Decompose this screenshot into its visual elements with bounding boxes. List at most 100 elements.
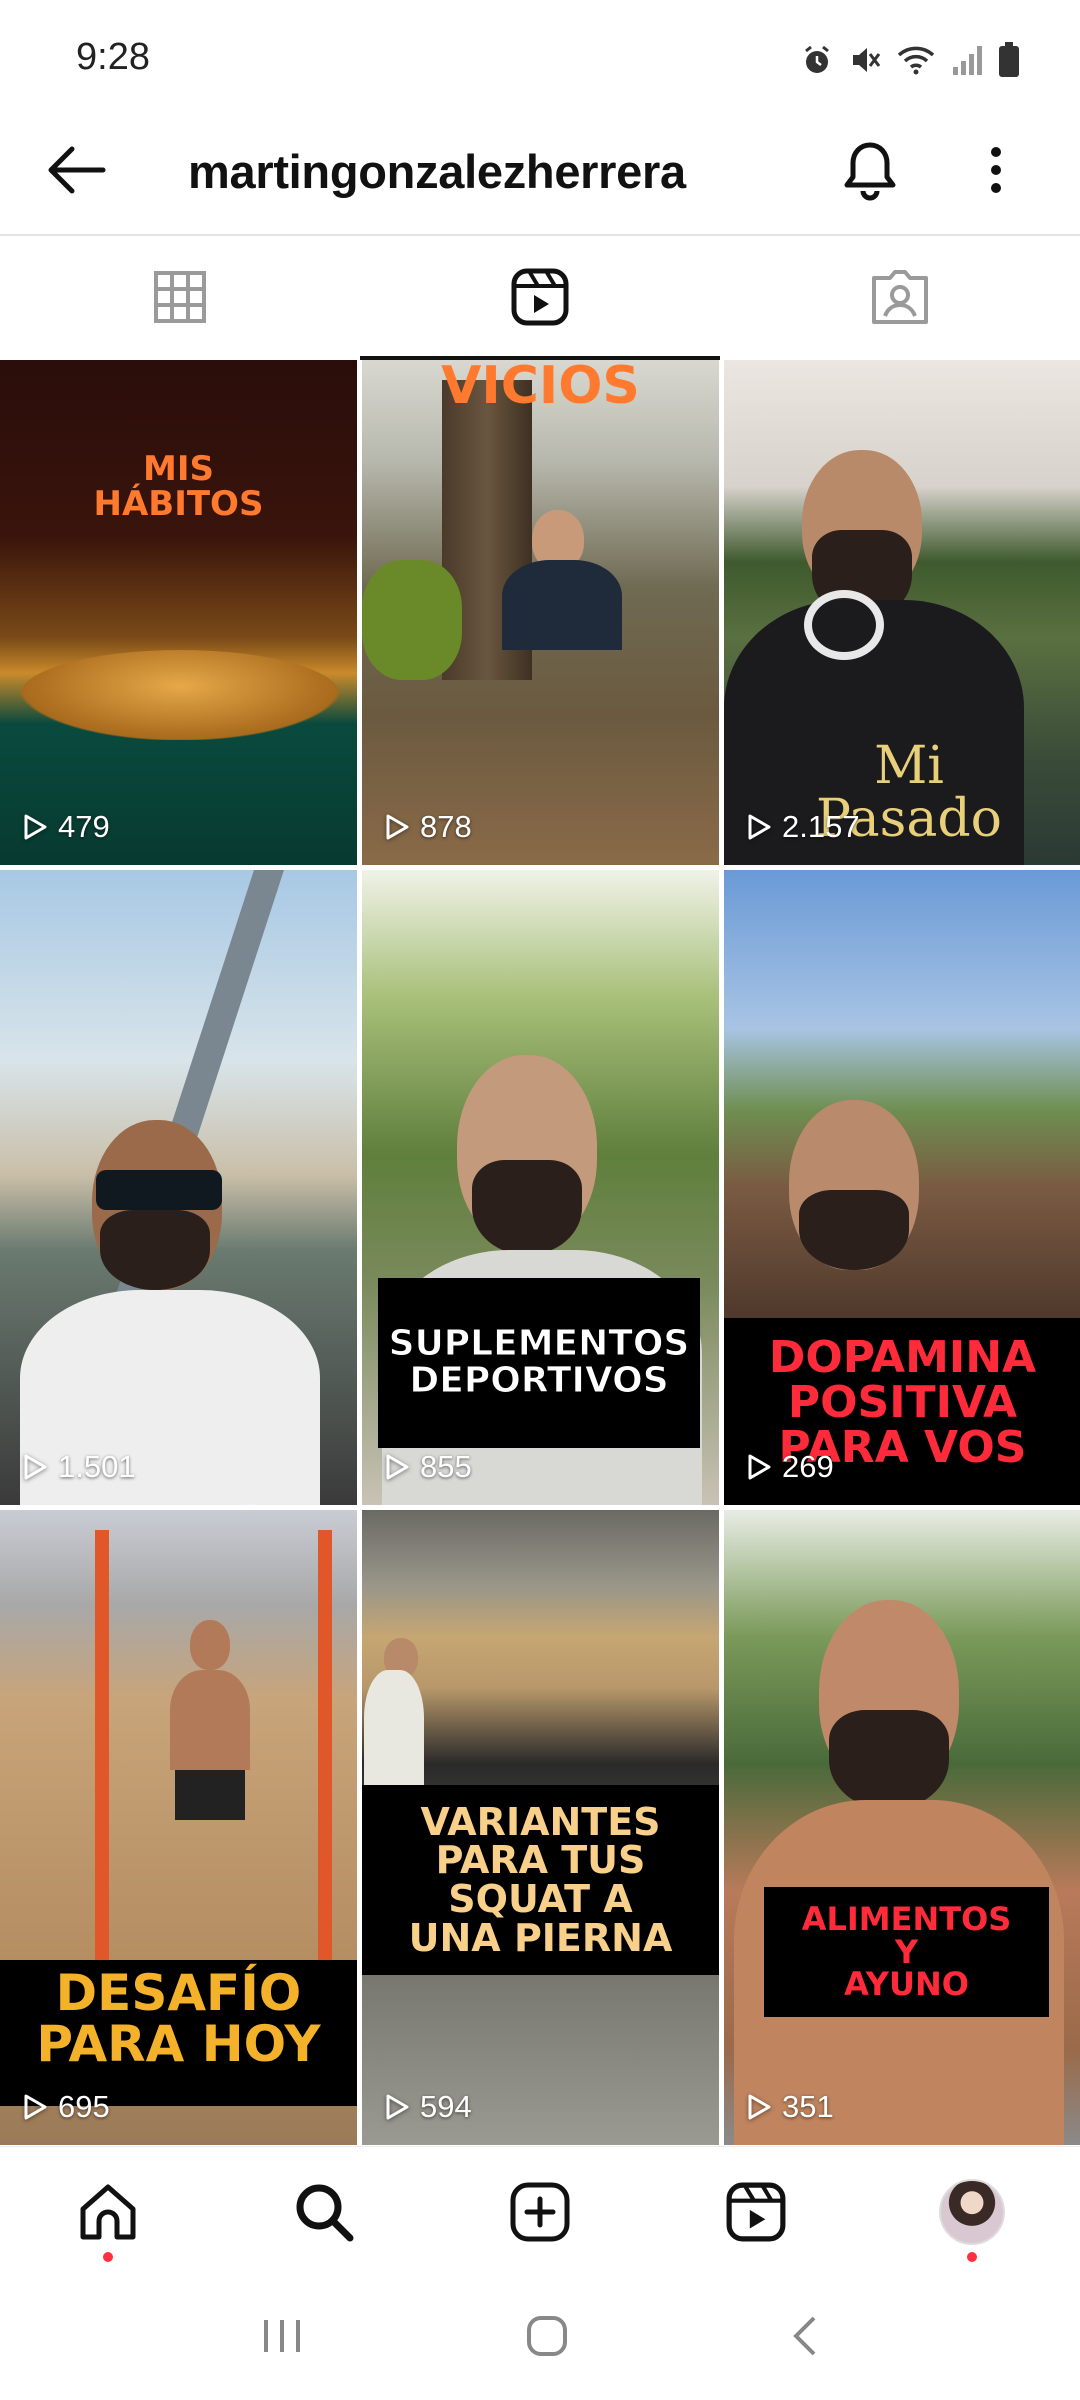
- view-count-number: 1.501: [58, 1449, 136, 1484]
- back-button[interactable]: [36, 130, 116, 210]
- back-nav-button[interactable]: [790, 2314, 820, 2363]
- recent-apps-button[interactable]: [260, 2316, 304, 2361]
- shorts-shape: [175, 1770, 245, 1820]
- view-count: 695: [22, 2089, 110, 2125]
- tab-reels[interactable]: [360, 236, 720, 360]
- person-beard: [100, 1210, 210, 1290]
- play-icon: [748, 814, 771, 840]
- status-icons: [800, 40, 1020, 80]
- notification-dot: [103, 2252, 113, 2262]
- reel-overlay-text: VICIOS: [441, 360, 640, 416]
- nav-reels[interactable]: [648, 2147, 864, 2276]
- profile-tabs: [0, 236, 1080, 360]
- tab-tagged[interactable]: [720, 236, 1080, 358]
- person-beard: [799, 1190, 909, 1270]
- view-count: 855: [384, 1449, 472, 1485]
- person-beard: [472, 1160, 582, 1255]
- tab-grid[interactable]: [0, 236, 360, 358]
- reel-overlay-text: ALIMENTOS Y AYUNO: [801, 1900, 1012, 2004]
- play-icon: [386, 814, 409, 840]
- headphones-shape: [804, 590, 884, 660]
- view-count-number: 855: [420, 1449, 472, 1484]
- reel-tile[interactable]: Mi Pasado 2.157: [724, 360, 1080, 865]
- nav-profile[interactable]: [864, 2147, 1080, 2276]
- search-icon: [296, 2184, 354, 2241]
- view-count: 269: [746, 1449, 834, 1485]
- profile-username: martingonzalezherrera: [188, 145, 686, 198]
- create-icon: [510, 2182, 570, 2241]
- system-nav-bar: [0, 2276, 1080, 2400]
- view-count: 878: [384, 809, 472, 845]
- reel-overlay-box: ALIMENTOS Y AYUNO: [764, 1887, 1049, 2017]
- home-icon: [80, 2184, 136, 2239]
- reel-tile[interactable]: DESAFÍO PARA HOY 695: [0, 1510, 357, 2145]
- view-count: 351: [746, 2089, 834, 2125]
- chevron-left-icon: [792, 2316, 816, 2355]
- home-circle-icon: [526, 2315, 567, 2356]
- notifications-button[interactable]: [830, 130, 910, 210]
- reels-icon: [511, 268, 569, 326]
- reel-overlay-box: SUPLEMENTOS DEPORTIVOS: [378, 1278, 700, 1448]
- reel-thumbnail: [0, 360, 357, 865]
- recent-apps-icon: [264, 2319, 301, 2352]
- view-count: 2.157: [746, 809, 860, 845]
- status-time: 9:28: [76, 36, 150, 78]
- view-count-number: 351: [782, 2089, 834, 2124]
- nav-create[interactable]: [432, 2147, 648, 2276]
- status-bar: 9:28: [0, 0, 1080, 110]
- mute-icon: [848, 43, 882, 77]
- person-beard: [829, 1710, 949, 1810]
- alarm-icon: [800, 43, 834, 77]
- battery-icon: [998, 42, 1020, 78]
- reel-tile[interactable]: VICIOS 878: [362, 360, 719, 865]
- reel-overlay-box: VARIANTES PARA TUS SQUAT A UNA PIERNA: [362, 1785, 719, 1975]
- play-icon: [386, 1454, 409, 1480]
- notification-dot: [967, 2252, 977, 2262]
- reel-tile[interactable]: ALIMENTOS Y AYUNO 351: [724, 1510, 1080, 2145]
- moss-shape: [362, 560, 462, 680]
- person-body: [364, 1670, 424, 1790]
- person-body: [502, 560, 622, 650]
- reel-overlay-text: MIS HÁBITOS: [93, 449, 264, 524]
- view-count-number: 269: [782, 1449, 834, 1484]
- view-count-number: 878: [420, 809, 472, 844]
- person-body: [170, 1670, 250, 1770]
- view-count: 479: [22, 809, 110, 845]
- reel-tile[interactable]: MIS HÁBITOS 479: [0, 360, 357, 865]
- play-icon: [24, 2094, 47, 2120]
- reels-icon: [726, 2182, 786, 2241]
- play-icon: [748, 2094, 771, 2120]
- wifi-icon: [896, 43, 936, 77]
- reel-overlay-text: VARIANTES PARA TUS SQUAT A UNA PIERNA: [408, 1799, 673, 1960]
- reel-overlay-text: DESAFÍO PARA HOY: [36, 1964, 321, 2073]
- nav-home[interactable]: [0, 2147, 216, 2276]
- blanket-shape: [20, 650, 340, 740]
- view-count-number: 695: [58, 2089, 110, 2124]
- rig-pole-left: [95, 1530, 109, 1970]
- profile-header: martingonzalezherrera: [0, 110, 1080, 235]
- view-count-number: 594: [420, 2089, 472, 2124]
- reel-tile[interactable]: DOPAMINA POSITIVA PARA VOS 269: [724, 870, 1080, 1505]
- grid-icon: [154, 271, 206, 323]
- view-count-number: 479: [58, 809, 110, 844]
- rig-pole-right: [318, 1530, 332, 1970]
- nav-search[interactable]: [216, 2147, 432, 2276]
- play-icon: [24, 1454, 47, 1480]
- more-options-button[interactable]: [956, 130, 1036, 210]
- reel-tile[interactable]: 1.501: [0, 870, 357, 1505]
- more-vertical-icon: [991, 147, 1001, 193]
- view-count-number: 2.157: [782, 809, 860, 844]
- person-head: [190, 1620, 230, 1670]
- home-button[interactable]: [525, 2314, 569, 2363]
- play-icon: [24, 814, 47, 840]
- arrow-left-icon: [48, 146, 106, 194]
- sunglasses-shape: [96, 1170, 222, 1210]
- reels-grid: MIS HÁBITOS 479 VICIOS 878 Mi Pasado 2.1…: [0, 360, 1080, 2145]
- play-icon: [386, 2094, 409, 2120]
- tagged-icon: [872, 270, 928, 324]
- bell-icon: [844, 142, 896, 201]
- reel-overlay-text: SUPLEMENTOS DEPORTIVOS: [388, 1323, 690, 1401]
- reel-tile[interactable]: SUPLEMENTOS DEPORTIVOS 855: [362, 870, 719, 1505]
- reel-tile[interactable]: VARIANTES PARA TUS SQUAT A UNA PIERNA 59…: [362, 1510, 719, 2145]
- signal-icon: [950, 43, 984, 77]
